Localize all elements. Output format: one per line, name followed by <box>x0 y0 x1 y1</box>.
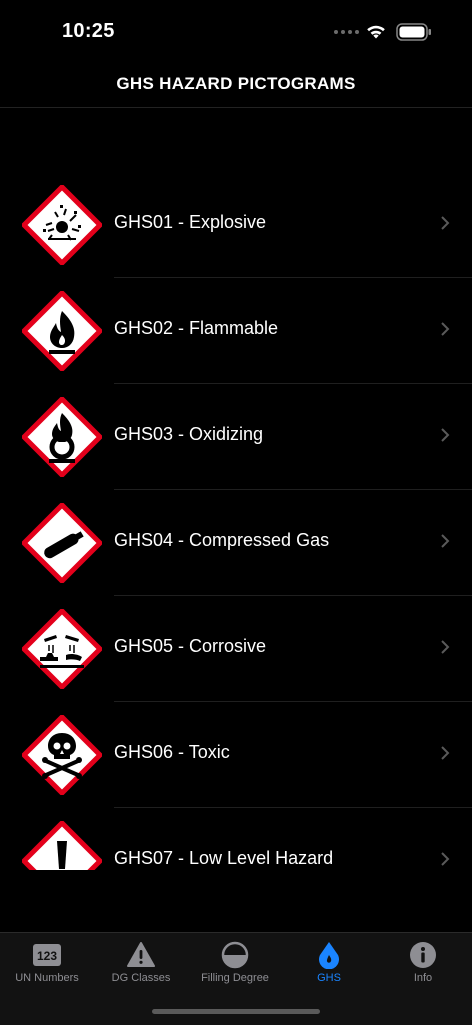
list-item-ghs03[interactable]: GHS03 - Oxidizing <box>0 384 472 490</box>
tab-ghs[interactable]: GHS <box>282 933 376 1003</box>
list-item-label: GHS06 - Toxic <box>114 742 230 762</box>
battery-icon <box>396 23 431 41</box>
status-time: 10:25 <box>62 20 115 42</box>
list-item-ghs02[interactable]: GHS02 - Flammable <box>0 278 472 384</box>
ghs-pictogram-list: GHS01 - Explosive GHS02 - Flammable GHS0… <box>0 108 472 870</box>
chevron-right-icon <box>441 852 450 866</box>
info-icon <box>410 942 436 968</box>
navigation-bar: GHS HAZARD PICTOGRAMS <box>0 60 472 108</box>
half-circle-icon <box>221 941 249 969</box>
list-item-ghs04[interactable]: GHS04 - Compressed Gas <box>0 490 472 596</box>
list-item-label: GHS01 - Explosive <box>114 212 267 232</box>
chevron-right-icon <box>441 640 450 654</box>
page-title: GHS HAZARD PICTOGRAMS <box>116 74 356 93</box>
chevron-right-icon <box>441 534 450 548</box>
list-item-label: GHS02 - Flammable <box>114 318 279 338</box>
svg-text:123: 123 <box>37 949 57 963</box>
tab-info[interactable]: Info <box>376 933 470 1003</box>
chevron-right-icon <box>441 746 450 760</box>
un-number-icon: 123 <box>33 944 61 966</box>
skull-crossbones-icon <box>22 715 102 795</box>
warning-triangle-icon <box>127 942 155 967</box>
flame-icon <box>22 291 102 371</box>
explosive-icon <box>22 185 102 265</box>
drop-icon <box>319 942 339 969</box>
list-item-ghs05[interactable]: GHS05 - Corrosive <box>0 596 472 702</box>
list-item-label: GHS04 - Compressed Gas <box>114 530 330 550</box>
list-item-label: GHS03 - Oxidizing <box>114 424 264 444</box>
tab-dg-classes[interactable]: DG Classes <box>94 933 188 1003</box>
list-item-ghs01[interactable]: GHS01 - Explosive <box>0 172 472 278</box>
cellular-signal-icon <box>334 30 359 34</box>
chevron-right-icon <box>441 428 450 442</box>
list-item-ghs07[interactable]: GHS07 - Low Level Hazard <box>0 808 472 870</box>
tab-un-numbers[interactable]: 123 UN Numbers <box>0 933 94 1003</box>
status-bar: 10:25 <box>0 0 472 60</box>
list-item-label: GHS07 - Low Level Hazard <box>114 848 334 868</box>
chevron-right-icon <box>441 216 450 230</box>
gas-cylinder-icon <box>22 503 102 583</box>
list-item-label: GHS05 - Corrosive <box>114 636 267 656</box>
flame-over-circle-icon <box>22 397 102 477</box>
home-indicator[interactable] <box>152 1009 320 1014</box>
chevron-right-icon <box>441 322 450 336</box>
list-item-ghs06[interactable]: GHS06 - Toxic <box>0 702 472 808</box>
exclamation-mark-icon <box>22 821 102 870</box>
wifi-icon <box>367 25 385 39</box>
tab-filling-degree[interactable]: Filling Degree <box>188 933 282 1003</box>
corrosion-icon <box>22 609 102 689</box>
